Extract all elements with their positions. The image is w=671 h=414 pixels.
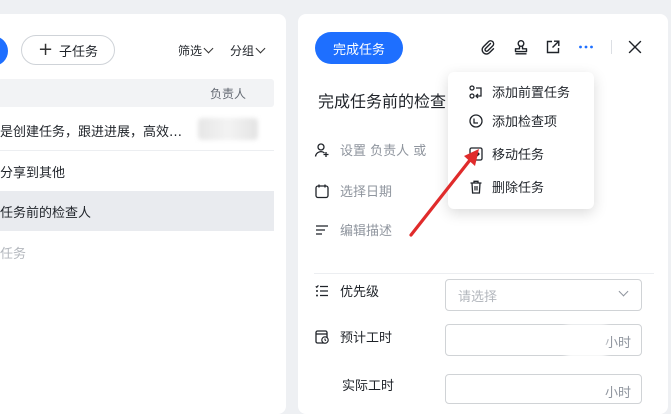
complete-task-button[interactable]: 完成任务 xyxy=(315,32,403,64)
row-text: 是创建任务，跟进进展，高效… xyxy=(0,125,183,140)
calendar-icon xyxy=(315,184,329,198)
hours-unit: 小时 xyxy=(604,336,631,351)
priority-select[interactable]: 请选择 xyxy=(445,279,642,311)
table-row[interactable]: 是创建任务，跟进进展，高效… xyxy=(0,110,274,151)
table-header: 负责人 xyxy=(0,79,274,107)
move-icon xyxy=(469,146,483,161)
assignee-placeholder: 设置 负责人 或 xyxy=(340,144,427,159)
filter-label: 筛选 xyxy=(178,44,203,58)
assignee-avatar-blurred xyxy=(198,118,258,140)
menu-item-delete-task[interactable]: 删除任务 xyxy=(468,177,544,196)
row-text: 任务前的检查人 xyxy=(0,206,92,221)
attachment-icon[interactable] xyxy=(479,38,497,56)
actual-hours-field: 实际工时 xyxy=(342,375,394,394)
divider xyxy=(314,273,654,274)
chevron-down-icon xyxy=(203,43,214,54)
description-field[interactable]: 编辑描述 xyxy=(314,220,392,239)
add-user-icon xyxy=(314,142,329,157)
group-label: 分组 xyxy=(230,44,255,58)
table-row-selected[interactable]: 任务前的检查人 xyxy=(0,191,274,231)
chevron-down-icon xyxy=(255,43,266,54)
trash-icon xyxy=(470,180,482,194)
actual-hours-label: 实际工时 xyxy=(342,379,395,394)
close-icon[interactable] xyxy=(626,38,644,56)
priority-select-placeholder: 请选择 xyxy=(458,290,498,305)
checklist-icon xyxy=(469,113,483,128)
filter-dropdown[interactable]: 筛选 xyxy=(178,42,214,59)
open-external-icon[interactable] xyxy=(544,38,562,56)
date-placeholder: 选择日期 xyxy=(340,185,393,200)
more-options-icon[interactable] xyxy=(577,38,595,56)
estimated-hours-field: 预计工时 xyxy=(314,327,392,346)
estimated-hours-label: 预计工时 xyxy=(340,331,393,346)
menu-item-add-predecessor[interactable]: 添加前置任务 xyxy=(468,82,570,101)
predecessor-icon xyxy=(469,84,482,99)
divider xyxy=(611,40,612,54)
description-icon xyxy=(316,224,328,235)
row-text: 任务 xyxy=(0,247,27,262)
add-subtask-label: 子任务 xyxy=(59,44,99,60)
menu-item-move-task[interactable]: 移动任务 xyxy=(468,144,544,163)
add-subtask-button[interactable]: + 子任务 xyxy=(21,35,115,65)
timer-icon xyxy=(315,329,329,344)
task-title[interactable]: 完成任务前的检查 xyxy=(318,88,446,112)
menu-item-label: 添加检查项 xyxy=(492,115,558,130)
chevron-down-icon xyxy=(618,286,629,297)
priority-field: 优先级 xyxy=(314,281,379,300)
row-text: 分享到其他 xyxy=(0,166,66,181)
overlay xyxy=(566,324,606,358)
description-placeholder: 编辑描述 xyxy=(340,224,393,239)
menu-item-label: 移动任务 xyxy=(492,148,545,163)
more-options-menu: 添加前置任务 添加检查项 移动任务 删除任务 xyxy=(448,72,594,209)
estimated-hours-input[interactable]: 小时 xyxy=(445,324,642,356)
actual-hours-input[interactable]: 小时 xyxy=(445,374,642,404)
add-button-partial[interactable] xyxy=(0,36,8,66)
hours-unit: 小时 xyxy=(604,386,631,401)
date-field[interactable]: 选择日期 xyxy=(314,181,392,200)
subtask-panel: + 子任务 筛选 分组 负责人 是创建任务，跟进进展，高效… 分享到其他 任务前… xyxy=(0,14,286,414)
stamp-icon[interactable] xyxy=(512,38,530,56)
menu-item-label: 添加前置任务 xyxy=(492,86,571,101)
table-row[interactable]: 任务 xyxy=(0,232,274,272)
column-assignee: 负责人 xyxy=(209,87,246,101)
assignee-field[interactable]: 设置 负责人 或 xyxy=(314,140,426,159)
priority-label: 优先级 xyxy=(340,285,380,300)
menu-item-label: 删除任务 xyxy=(492,181,545,196)
priority-list-icon xyxy=(315,284,328,296)
plus-icon: + xyxy=(37,39,54,60)
group-dropdown[interactable]: 分组 xyxy=(230,42,266,59)
table-row[interactable]: 分享到其他 xyxy=(0,151,274,192)
menu-item-add-checklist[interactable]: 添加检查项 xyxy=(468,111,557,130)
